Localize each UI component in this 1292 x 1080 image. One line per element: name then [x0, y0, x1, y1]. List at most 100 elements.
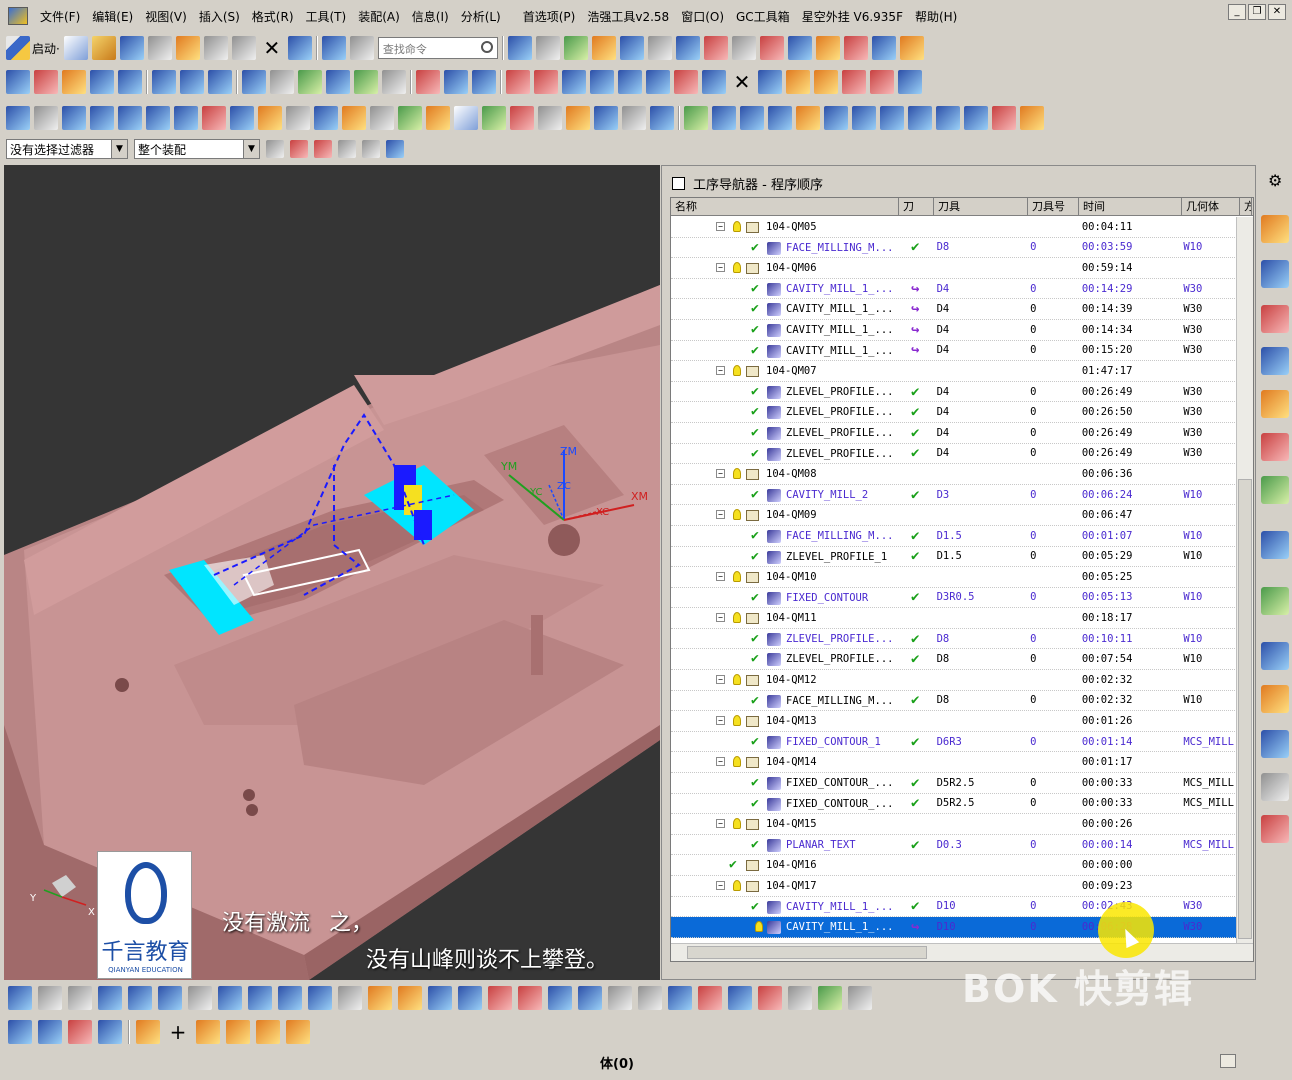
method-icon[interactable] — [842, 70, 866, 94]
inch-mm-icon[interactable] — [992, 106, 1016, 130]
verify-path-icon[interactable] — [298, 70, 322, 94]
minimize-icon[interactable]: _ — [1228, 4, 1246, 20]
util-33-icon[interactable] — [908, 106, 932, 130]
col-method[interactable]: 方 — [1240, 198, 1252, 215]
operation-row[interactable]: ✔ ZLEVEL_PROFILE... ✔ D4 0 00:26:49 W30 — [671, 382, 1237, 403]
util-5-icon[interactable] — [118, 106, 142, 130]
close-icon[interactable]: ✕ — [1268, 4, 1286, 20]
paste-icon[interactable] — [231, 36, 256, 60]
extrude-icon[interactable] — [218, 986, 242, 1010]
row-name-cell[interactable]: − 104-QM17 — [671, 876, 898, 896]
row-name-cell[interactable]: − 104-QM15 — [671, 814, 898, 834]
row-name-cell[interactable]: ✔ 104-QM16 — [671, 855, 898, 875]
util-32-icon[interactable] — [880, 106, 904, 130]
util-9-icon[interactable] — [230, 106, 254, 130]
pattern-icon[interactable] — [788, 986, 812, 1010]
row-name-cell[interactable]: ✔ FACE_MILLING_M... — [671, 238, 898, 258]
scope-select[interactable]: 整个装配 ▼ — [134, 139, 260, 159]
program-group-row[interactable]: − 104-QM08 00:06:36 — [671, 464, 1237, 485]
collapse-toggle-icon[interactable]: − — [716, 819, 725, 829]
target-icon[interactable] — [698, 986, 722, 1010]
resource-constraint-icon[interactable] — [1261, 260, 1289, 288]
col-path[interactable]: 刀 — [899, 198, 934, 215]
view-orient-icon[interactable] — [619, 36, 644, 60]
util-18-icon[interactable] — [482, 106, 506, 130]
row-name-cell[interactable]: ✔ ZLEVEL_PROFILE... — [671, 649, 898, 669]
solid-icon[interactable] — [488, 986, 512, 1010]
resource-clock-icon[interactable] — [1261, 642, 1289, 670]
program-group-row[interactable]: − 104-QM13 00:01:26 — [671, 711, 1237, 732]
thumb-icon[interactable] — [506, 70, 530, 94]
edit-feature-icon[interactable] — [68, 1020, 92, 1044]
cylinder-icon[interactable] — [226, 1020, 250, 1044]
util-29-icon[interactable] — [796, 106, 820, 130]
selection-icon[interactable] — [321, 36, 346, 60]
start-menu-button[interactable]: 启动· — [32, 40, 60, 57]
pointer-select-icon[interactable] — [472, 70, 496, 94]
util-8-icon[interactable] — [202, 106, 226, 130]
circle-select-icon[interactable] — [338, 140, 356, 158]
add-icon[interactable] — [590, 70, 614, 94]
col-tool-number[interactable]: 刀具号 — [1028, 198, 1079, 215]
render-icon[interactable] — [136, 1020, 160, 1044]
resource-web-icon[interactable] — [1261, 531, 1289, 559]
filter-reset-icon[interactable] — [266, 140, 284, 158]
collapse-toggle-icon[interactable]: − — [716, 881, 725, 890]
menu-format[interactable]: 格式(R) — [246, 8, 300, 25]
subtract-icon[interactable] — [518, 986, 542, 1010]
collapse-toggle-icon[interactable]: − — [716, 716, 725, 726]
clock-icon[interactable] — [650, 106, 674, 130]
shop-doc-icon[interactable] — [382, 70, 406, 94]
row-name-cell[interactable]: − 104-QM08 — [671, 464, 898, 484]
resource-operation-navigator-icon[interactable] — [1261, 347, 1289, 375]
arrow-right-icon[interactable] — [128, 986, 152, 1010]
pointer-icon[interactable] — [444, 70, 468, 94]
scroll-thumb[interactable] — [687, 946, 927, 959]
intersect-icon[interactable] — [578, 986, 602, 1010]
cube-icon[interactable] — [386, 140, 404, 158]
operation-row[interactable]: ✔ CAVITY_MILL_1_... ↪ D4 0 00:14:34 W30 — [671, 320, 1237, 341]
row-name-cell[interactable]: ✔ ZLEVEL_PROFILE... — [671, 402, 898, 422]
find-icon[interactable] — [618, 70, 642, 94]
cut-select-icon[interactable] — [416, 70, 440, 94]
row-name-cell[interactable]: ✔ FIXED_CONTOUR_... — [671, 794, 898, 814]
col-name[interactable]: 名称 — [671, 198, 899, 215]
row-name-cell[interactable]: ✔ ZLEVEL_PROFILE_1 — [671, 547, 898, 567]
feature-icon[interactable] — [38, 1020, 62, 1044]
pad-icon[interactable] — [398, 986, 422, 1010]
program-group-row[interactable]: − 104-QM15 00:00:26 — [671, 814, 1237, 835]
point-icon[interactable] — [188, 986, 212, 1010]
unite-icon[interactable] — [548, 986, 572, 1010]
open-folder-icon[interactable] — [91, 36, 116, 60]
operation-row[interactable]: ✔ PLANAR_TEXT ✔ D0.3 0 00:00:14 MCS_MILL — [671, 835, 1237, 856]
resource-tools-icon[interactable] — [1261, 773, 1289, 801]
collapse-toggle-icon[interactable]: − — [716, 572, 725, 582]
blank-page-icon[interactable] — [454, 106, 478, 130]
operation-row[interactable]: ✔ ZLEVEL_PROFILE... ✔ D4 0 00:26:50 W30 — [671, 402, 1237, 423]
operation-row[interactable]: ✔ CAVITY_MILL_1_... ↪ D4 0 00:15:20 W30 — [671, 341, 1237, 362]
col-geometry[interactable]: 几何体 — [1182, 198, 1240, 215]
col-tool[interactable]: 刀具 — [934, 198, 1028, 215]
note-icon[interactable] — [1020, 106, 1044, 130]
sphere-icon[interactable] — [848, 986, 872, 1010]
sketch-icon[interactable] — [758, 986, 782, 1010]
util-27-icon[interactable] — [740, 106, 764, 130]
operation-row[interactable]: ✔ FACE_MILLING_M... ✔ D1.5 0 00:01:07 W10 — [671, 526, 1237, 547]
program-group-row[interactable]: − 104-QM11 00:18:17 — [671, 608, 1237, 629]
measure-icon[interactable] — [759, 36, 784, 60]
operation-row[interactable]: ✔ CAVITY_MILL_1_... ↪ D4 0 00:14:39 W30 — [671, 299, 1237, 320]
util-10-icon[interactable] — [258, 106, 282, 130]
operation-row[interactable]: ✔ CAVITY_MILL_2 ✔ D3 0 00:06:24 W10 — [671, 485, 1237, 506]
delete-object-icon[interactable]: ✕ — [730, 70, 754, 94]
snap-point-icon[interactable] — [290, 140, 308, 158]
row-name-cell[interactable]: ✔ FIXED_CONTOUR_1 — [671, 732, 898, 752]
circle-icon[interactable] — [728, 986, 752, 1010]
util-16-icon[interactable] — [426, 106, 450, 130]
swap-icon[interactable] — [566, 106, 590, 130]
program-group-row[interactable]: − 104-QM07 01:47:17 — [671, 361, 1237, 382]
resource-roles-icon[interactable] — [1261, 685, 1289, 713]
type-filter-select[interactable]: 没有选择过滤器 ▼ — [6, 139, 128, 159]
util-6-icon[interactable] — [146, 106, 170, 130]
resource-books-icon[interactable] — [1261, 476, 1289, 504]
operation-row[interactable]: ✔ ZLEVEL_PROFILE... ✔ D8 0 00:07:54 W10 — [671, 649, 1237, 671]
